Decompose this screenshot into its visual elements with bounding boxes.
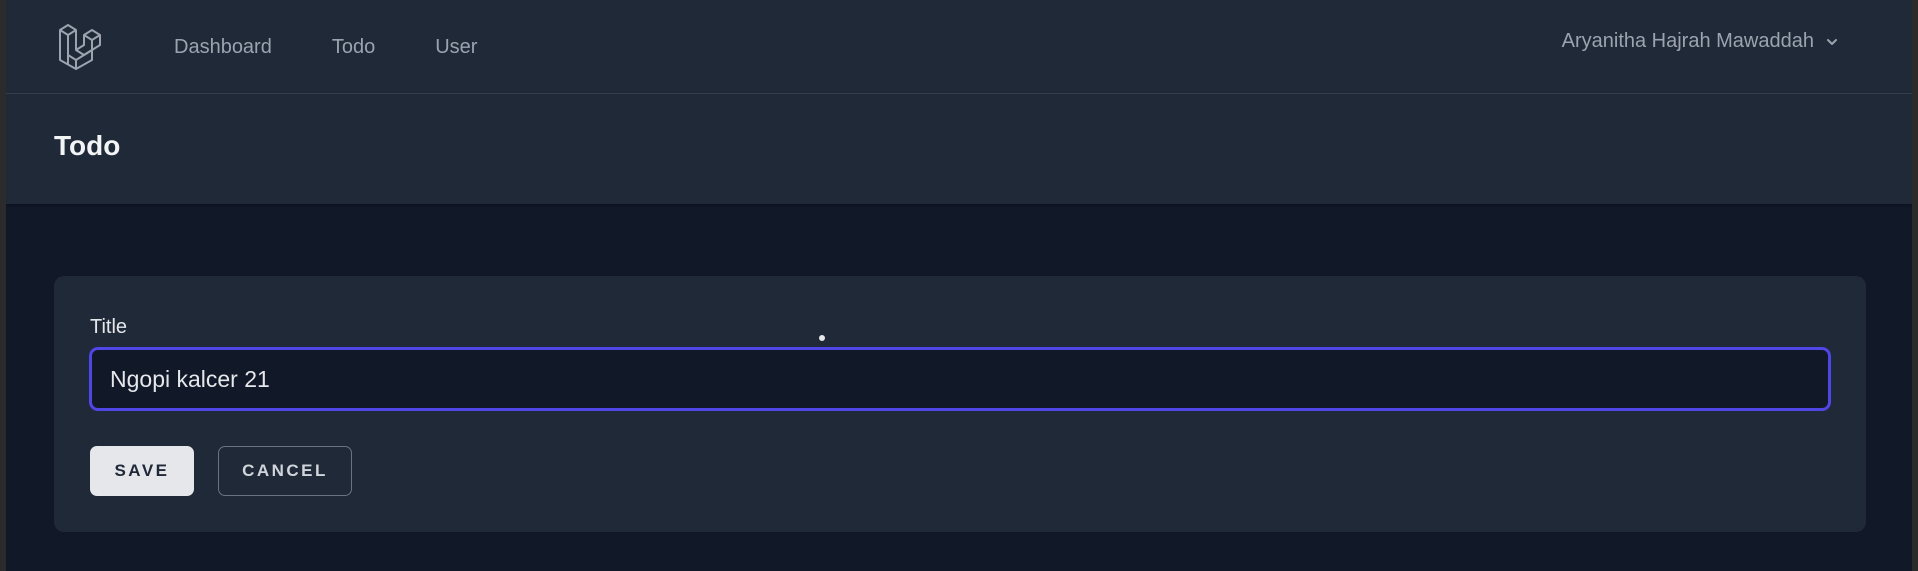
page-title: Todo: [54, 130, 121, 161]
title-field-label: Title: [90, 316, 128, 338]
app-window: Dashboard Todo User Aryanitha Hajrah Maw…: [6, 0, 1912, 571]
nav-links: Dashboard Todo User: [174, 0, 537, 94]
cancel-button[interactable]: CANCEL: [218, 446, 352, 496]
save-button[interactable]: SAVE: [90, 446, 194, 496]
nav-link-dashboard[interactable]: Dashboard: [174, 36, 272, 59]
page-header: Todo: [6, 94, 1912, 204]
chevron-down-icon: [1827, 38, 1837, 45]
nav-link-todo[interactable]: Todo: [332, 36, 375, 59]
todo-form-card: Title SAVE CANCEL: [54, 276, 1866, 532]
top-navbar: Dashboard Todo User Aryanitha Hajrah Maw…: [6, 0, 1912, 94]
nav-link-user[interactable]: User: [435, 36, 477, 59]
user-name: Aryanitha Hajrah Mawaddah: [1561, 30, 1814, 52]
user-menu-dropdown[interactable]: Aryanitha Hajrah Mawaddah: [1562, 30, 1840, 53]
title-input[interactable]: [90, 348, 1830, 410]
mouse-cursor-dot: [819, 335, 825, 341]
laravel-logo-icon[interactable]: [56, 20, 108, 72]
